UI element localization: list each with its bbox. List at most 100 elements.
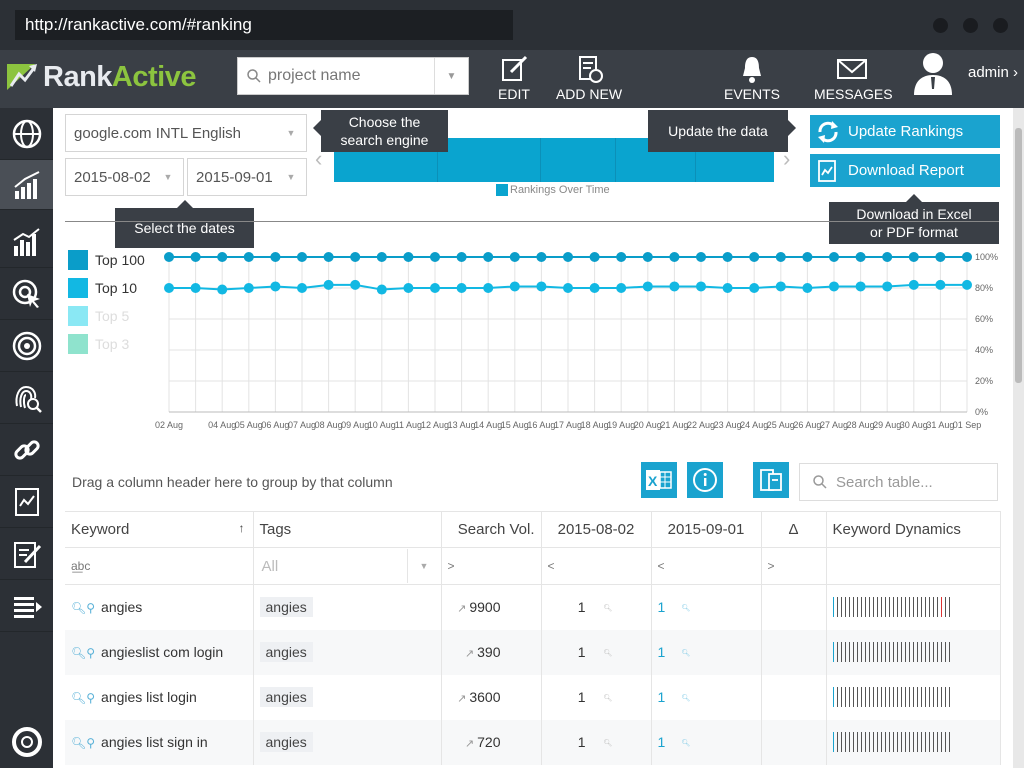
add-new-button[interactable]: ADD NEW [552, 50, 626, 108]
keyword-text[interactable]: angieslist com login [101, 644, 223, 660]
x-tick-label: 01 Sep [953, 420, 982, 430]
rank-date2-cell: 1 🔍︎ [651, 584, 762, 630]
keyword-cell: 🔍︎⚲ angies list sign in [65, 719, 254, 765]
sidebar-item-rankings[interactable] [0, 160, 53, 210]
filter-date1[interactable]: < [541, 547, 652, 585]
columns-button[interactable] [753, 462, 789, 498]
search-link-icon[interactable]: 🔍︎⚲ [71, 601, 95, 615]
columns-icon [760, 469, 782, 491]
sidebar-item-fingerprint[interactable] [0, 372, 53, 424]
keyword-text[interactable]: angies list login [101, 689, 197, 705]
keyword-text[interactable]: angies [101, 599, 142, 615]
tag-badge[interactable]: angies [259, 642, 313, 662]
column-header-delta[interactable]: Δ [761, 511, 827, 548]
keyword-dynamics-sparkline [832, 641, 1000, 663]
column-header-keyword[interactable]: Keyword ↑ [65, 511, 254, 548]
window-maximize-button[interactable] [963, 18, 978, 33]
scrollbar-thumb[interactable] [1015, 128, 1022, 383]
sidebar-item-help[interactable] [0, 716, 53, 768]
tag-badge[interactable]: angies [259, 597, 313, 618]
keywords-table: Keyword ↑ Tags Search Vol. 2015-08-02 201… [65, 511, 1001, 765]
window-minimize-button[interactable] [933, 18, 948, 33]
data-point [456, 252, 467, 262]
data-point [563, 252, 573, 262]
column-header-dynamics[interactable]: Keyword Dynamics [826, 511, 1001, 548]
sidebar-item-notes[interactable] [0, 528, 53, 580]
project-selector[interactable]: project name ▼ [237, 57, 469, 95]
info-button[interactable] [687, 462, 723, 498]
sidebar-item-reports[interactable] [0, 476, 53, 528]
sort-asc-icon[interactable]: ↑ [239, 521, 245, 535]
rank-value: 1 [577, 734, 586, 750]
data-point [882, 281, 893, 292]
group-by-hint: Drag a column header here to group by th… [72, 474, 393, 490]
column-header-date1[interactable]: 2015-08-02 [541, 511, 652, 548]
search-link-icon[interactable]: 🔍︎⚲ [71, 646, 95, 660]
x-tick-label: 08 Aug [315, 420, 343, 430]
column-header-search-vol[interactable]: Search Vol. [441, 511, 542, 548]
rising-chart-icon [13, 170, 39, 199]
edit-icon [502, 55, 528, 81]
top10-icon: 🔍︎ [603, 739, 613, 747]
data-point [217, 284, 228, 295]
data-point [696, 252, 706, 262]
tag-badge[interactable]: angies [259, 687, 313, 707]
events-button[interactable]: EVENTS [722, 50, 782, 108]
filter-date2[interactable]: < [651, 547, 762, 585]
table-row[interactable]: 🔍︎⚲ angies list login angies ↗ 3600 1 🔍︎ 1 🔍︎ [65, 674, 1001, 720]
data-point [350, 279, 361, 290]
chevron-down-icon[interactable]: ▼ [406, 549, 441, 583]
data-point [563, 283, 573, 293]
filter-delta[interactable]: > [761, 547, 827, 585]
messages-button[interactable]: MESSAGES [814, 50, 893, 108]
sidebar-item-click-target[interactable] [0, 268, 53, 320]
search-link-icon[interactable]: 🔍︎⚲ [71, 691, 95, 705]
avatar[interactable] [912, 51, 954, 95]
excel-icon: X [646, 470, 672, 490]
address-bar[interactable]: http://rankactive.com/#ranking [15, 10, 513, 40]
search-vol: 390 [477, 644, 501, 660]
keyword-dynamics-sparkline [832, 731, 1000, 753]
column-header-tags[interactable]: Tags [253, 511, 442, 548]
x-tick-label: 16 Aug [527, 420, 555, 430]
filter-tags[interactable]: All ▼ [253, 547, 442, 585]
data-point [616, 252, 627, 262]
rank-value: 1 [577, 644, 586, 660]
x-tick-label: 10 Aug [368, 420, 396, 430]
export-excel-button[interactable]: X [641, 462, 677, 498]
rankactive-logo[interactable]: RankActive [5, 60, 196, 94]
data-point [323, 279, 334, 290]
sidebar-item-list[interactable] [0, 580, 53, 632]
data-point [483, 252, 494, 262]
x-tick-label: 04 Aug [208, 420, 236, 430]
dynamics-cell [826, 719, 1001, 765]
filter-vol[interactable]: > [441, 547, 542, 585]
delta-cell [761, 629, 827, 675]
keyword-text[interactable]: angies list sign in [101, 734, 208, 750]
sidebar-item-links[interactable] [0, 424, 53, 476]
chevron-down-icon[interactable]: ▼ [434, 58, 468, 94]
edit-button[interactable]: EDIT [493, 50, 535, 108]
rank-value: 1 [657, 689, 666, 705]
y-tick-label: 100% [975, 252, 998, 262]
user-menu[interactable]: admin › [968, 64, 1018, 81]
page-scrollbar[interactable] [1013, 108, 1024, 768]
sidebar-item-globe[interactable] [0, 108, 53, 160]
table-search-input[interactable]: Search table... [799, 463, 998, 501]
sidebar-item-targets[interactable] [0, 320, 53, 372]
table-row[interactable]: 🔍︎⚲ angies list sign in angies ↗ 720 1 🔍︎ 1 🔍︎ [65, 719, 1001, 765]
data-point [696, 281, 706, 292]
search-link-icon[interactable]: 🔍︎⚲ [71, 736, 95, 750]
search-vol-cell: ↗ 720 [441, 719, 542, 765]
window-close-button[interactable] [993, 18, 1008, 33]
column-header-date2[interactable]: 2015-09-01 [651, 511, 762, 548]
bar-chart-icon [12, 227, 40, 256]
x-tick-label: 29 Aug [873, 420, 901, 430]
table-row[interactable]: 🔍︎⚲ angies angies ↗ 9900 1 🔍︎ 1 🔍︎ [65, 584, 1001, 630]
tag-badge[interactable]: angies [259, 732, 313, 752]
x-tick-label: 02 Aug [155, 420, 183, 430]
filter-keyword[interactable]: a͟bc [65, 547, 254, 585]
table-row[interactable]: 🔍︎⚲ angieslist com login angies ↗ 390 1 🔍︎ 1 🔍︎ [65, 629, 1001, 675]
x-tick-label: 20 Aug [634, 420, 662, 430]
sidebar-item-statistics[interactable] [0, 216, 53, 268]
